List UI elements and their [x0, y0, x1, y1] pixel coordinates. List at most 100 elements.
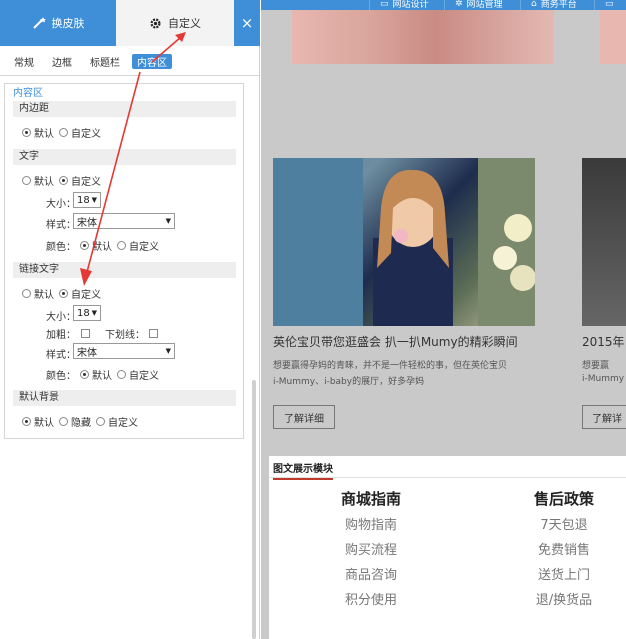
link-color-custom-radio[interactable]: [117, 370, 126, 379]
bg-options: 默认 隐藏 自定义: [22, 414, 138, 429]
nav-site-design[interactable]: ▭ 网站设计: [369, 0, 443, 10]
text-color-custom-label: 自定义: [129, 242, 159, 253]
subtab-titlebar[interactable]: 标题栏: [87, 54, 123, 69]
link-style-value: 宋体: [77, 347, 97, 359]
padding-custom-label: 自定义: [71, 129, 101, 140]
text-color-custom-radio[interactable]: [117, 241, 126, 250]
text-size-value: 18: [77, 194, 90, 206]
nav-more[interactable]: ▭: [594, 0, 626, 10]
link-custom-label: 自定义: [71, 290, 101, 301]
aftersale-link[interactable]: 免费销售: [509, 539, 619, 558]
square-icon: ▭: [605, 0, 614, 9]
bg-default-label: 默认: [34, 418, 54, 429]
link-underline-checkbox[interactable]: [149, 329, 158, 338]
guide-link[interactable]: 商品咨询: [316, 564, 426, 583]
text-color-default-label: 默认: [92, 242, 112, 253]
link-style-select[interactable]: 宋体 ▼: [73, 343, 175, 359]
dropdown-arrow-icon: ▼: [165, 217, 171, 225]
link-size-value: 18: [77, 307, 90, 319]
subtab-general[interactable]: 常规: [11, 54, 37, 69]
text-style-label: 样式：: [46, 220, 76, 231]
section-background: 默认背景: [13, 390, 236, 406]
aftersale-column-title: 售后政策: [533, 490, 594, 508]
tab-skin[interactable]: 换皮肤: [0, 0, 116, 46]
link-size-select[interactable]: 18 ▼: [73, 305, 101, 321]
article-title[interactable]: 英伦宝贝带您逛盛会 扒一扒Mumy的精彩瞬间: [273, 333, 518, 350]
image-text-module: 图文展示模块 商城指南 购物指南 购买流程 商品咨询 积分使用 售后政策 7天包…: [269, 456, 626, 639]
section-text: 文字: [13, 149, 236, 165]
article-image-partial[interactable]: [582, 158, 626, 326]
bg-custom-radio[interactable]: [96, 417, 105, 426]
banner-image: [292, 10, 554, 64]
text-size-select[interactable]: 18 ▼: [73, 192, 101, 208]
link-default-radio[interactable]: [22, 289, 31, 298]
link-underline-label: 下划线：: [105, 330, 145, 341]
subtab-bar: 常规 边框 标题栏 内容区: [0, 46, 260, 76]
article-title-partial[interactable]: 2015年: [582, 333, 625, 350]
text-default-radio[interactable]: [22, 176, 31, 185]
nav-site-manage[interactable]: ✲ 网站管理: [444, 0, 519, 10]
top-nav: ▭ 网站设计 ✲ 网站管理 ⌂ 商务平台 ▭: [261, 0, 626, 10]
article-desc-partial-line2: i-Mummy: [582, 374, 625, 384]
nav-site-manage-label: 网站管理: [466, 0, 503, 10]
padding-custom-radio[interactable]: [59, 128, 68, 137]
link-format-row: 加粗： 下划线：: [46, 326, 158, 341]
guide-link[interactable]: 购买流程: [316, 539, 426, 558]
text-custom-label: 自定义: [71, 177, 101, 188]
more-details-button[interactable]: 了解详细: [273, 405, 335, 429]
subtab-border[interactable]: 边框: [49, 54, 75, 69]
text-custom-radio[interactable]: [59, 176, 68, 185]
link-color-row: 颜色： 默认 自定义: [46, 367, 159, 382]
close-icon: ×: [240, 14, 254, 32]
link-color-default-radio[interactable]: [80, 370, 89, 379]
girl-photo-illustration: [273, 158, 536, 326]
link-bold-label: 加粗：: [46, 330, 76, 341]
nav-business[interactable]: ⌂ 商务平台: [520, 0, 593, 10]
section-padding: 内边距: [13, 101, 236, 117]
aftersale-link[interactable]: 送货上门: [509, 564, 619, 583]
link-options: 默认 自定义: [22, 286, 101, 301]
bg-hidden-radio[interactable]: [59, 417, 68, 426]
padding-options: 默认 自定义: [22, 125, 101, 140]
guide-link[interactable]: 购物指南: [316, 514, 426, 533]
aftersale-link[interactable]: 7天包退: [509, 514, 619, 533]
tab-skin-label: 换皮肤: [51, 17, 85, 30]
article-image[interactable]: [273, 158, 536, 326]
home-icon: ⌂: [531, 0, 537, 9]
tab-custom[interactable]: 自定义: [116, 0, 234, 46]
close-button[interactable]: ×: [234, 0, 260, 46]
panel-scrollbar[interactable]: [252, 380, 256, 639]
link-bold-checkbox[interactable]: [81, 329, 90, 338]
text-style-value: 宋体: [77, 217, 97, 229]
bg-hidden-label: 隐藏: [71, 418, 91, 429]
tab-custom-label: 自定义: [168, 17, 201, 30]
link-size-label: 大小：: [46, 312, 76, 323]
dropdown-arrow-icon: ▼: [91, 309, 97, 317]
text-default-label: 默认: [34, 177, 54, 188]
text-size-label: 大小：: [46, 199, 76, 210]
more-details-button-partial[interactable]: 了解详: [582, 405, 626, 429]
link-custom-radio[interactable]: [59, 289, 68, 298]
guide-link[interactable]: 积分使用: [316, 589, 426, 608]
monitor-icon: ▭: [380, 0, 389, 9]
text-color-label: 颜色：: [46, 242, 76, 253]
text-color-default-radio[interactable]: [80, 241, 89, 250]
nav-site-design-label: 网站设计: [392, 0, 429, 10]
gear-icon: [150, 17, 161, 29]
aftersale-link[interactable]: 退/换货品: [509, 589, 619, 608]
text-style-select[interactable]: 宋体 ▼: [73, 213, 175, 229]
link-default-label: 默认: [34, 290, 54, 301]
bg-custom-label: 自定义: [108, 418, 138, 429]
article-desc-partial-line1: 想要赢: [582, 361, 610, 371]
wand-icon: [32, 17, 46, 29]
content-box-title: 内容区: [13, 88, 43, 99]
padding-default-radio[interactable]: [22, 128, 31, 137]
nav-business-label: 商务平台: [540, 0, 577, 10]
link-color-default-label: 默认: [92, 371, 112, 382]
padding-default-label: 默认: [34, 129, 54, 140]
bg-default-radio[interactable]: [22, 417, 31, 426]
dropdown-arrow-icon: ▼: [165, 347, 171, 355]
text-color-row: 颜色： 默认 自定义: [46, 238, 159, 253]
link-color-custom-label: 自定义: [129, 371, 159, 382]
subtab-content[interactable]: 内容区: [132, 54, 172, 69]
